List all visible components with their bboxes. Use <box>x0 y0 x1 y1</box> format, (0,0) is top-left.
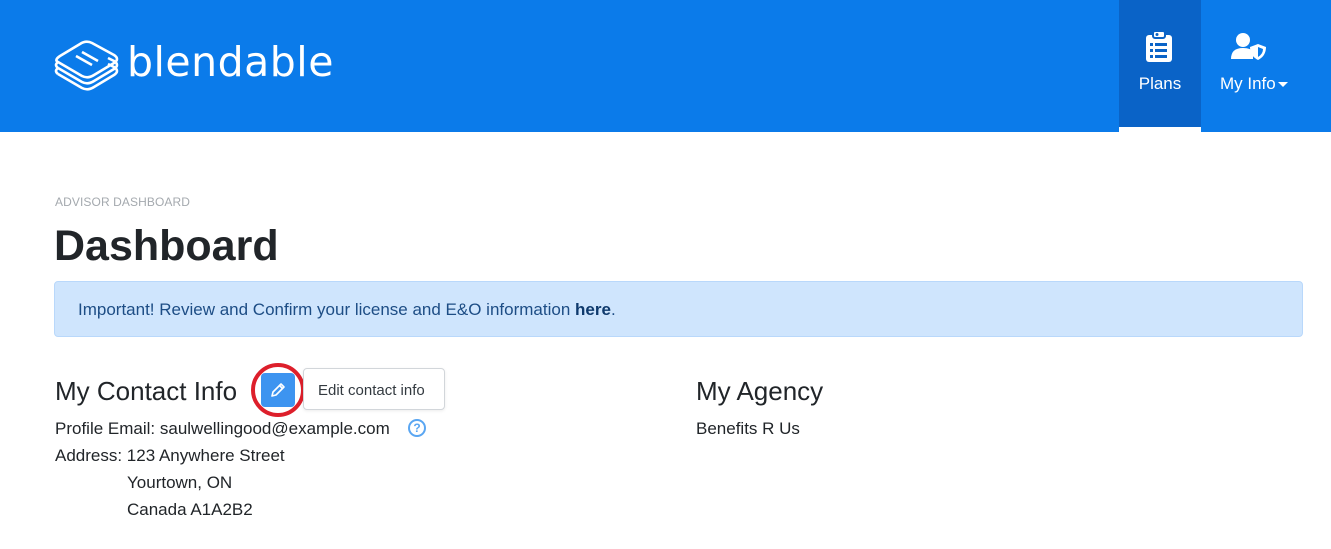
tooltip-text: Edit contact info <box>318 382 425 399</box>
address-line-2: Yourtown, ON <box>127 473 233 492</box>
help-question-icon[interactable]: ? <box>408 419 426 437</box>
agency-name: Benefits R Us <box>696 419 800 438</box>
edit-contact-tooltip: Edit contact info <box>303 368 445 410</box>
address-line-1: Address: 123 Anywhere Street <box>55 446 285 465</box>
license-alert: Important! Review and Confirm your licen… <box>54 281 1303 337</box>
agency-heading: My Agency <box>696 376 824 406</box>
clipboard-list-icon <box>1146 30 1172 62</box>
highlight-annotation <box>251 363 305 417</box>
nav-tab-my-info[interactable]: My Info <box>1201 0 1311 132</box>
brand-logo[interactable]: blendable <box>52 38 334 92</box>
alert-here-link[interactable]: here <box>575 300 611 319</box>
caret-down-icon <box>1277 82 1288 88</box>
top-navbar: blendable Plans My Info <box>0 0 1331 132</box>
profile-email: Profile Email: saulwellingood@example.co… <box>55 419 390 438</box>
nav-tab-plans[interactable]: Plans <box>1119 0 1201 132</box>
user-shield-icon <box>1231 33 1266 60</box>
alert-text: Important! Review and Confirm your licen… <box>78 300 616 320</box>
nav-tab-plans-label: Plans <box>1138 74 1182 93</box>
contact-info-heading: My Contact Info <box>55 376 238 406</box>
blendable-logo-icon <box>54 40 119 91</box>
brand-name: blendable <box>127 38 334 86</box>
nav-tab-my-info-label: My Info <box>1220 74 1288 94</box>
page-title: Dashboard <box>54 222 279 270</box>
address-line-3: Canada A1A2B2 <box>127 500 253 519</box>
alert-message: Important! Review and Confirm your licen… <box>78 300 576 319</box>
breadcrumb: ADVISOR DASHBOARD <box>55 195 191 209</box>
alert-suffix: . <box>610 300 616 319</box>
active-tab-indicator <box>1119 127 1201 132</box>
